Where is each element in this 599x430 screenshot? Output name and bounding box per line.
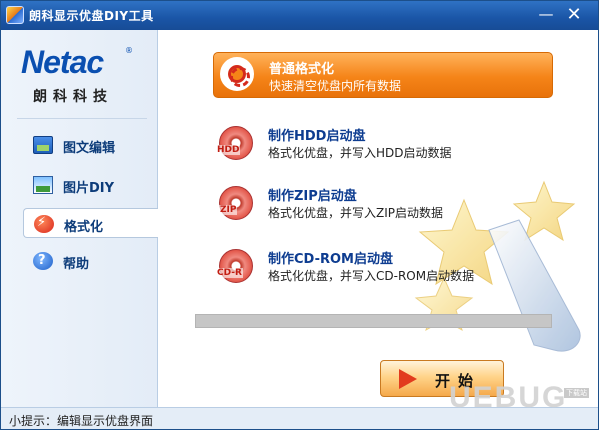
sidebar-item-label: 格式化: [64, 220, 104, 235]
title-bar[interactable]: 朗科显示优盘DIY工具 — ✕: [1, 1, 598, 30]
image-text-editor-icon: [33, 136, 53, 154]
option-description: 格式化优盘，并写入CD-ROM启动数据: [268, 269, 475, 283]
disc-icon-label: ZIP: [219, 205, 238, 215]
sidebar-divider: [17, 118, 147, 119]
app-window: 朗科显示优盘DIY工具 — ✕ Netac ® 朗科科技 图文编辑 图片DIY …: [0, 0, 599, 430]
zip-disc-icon: ZIP: [219, 186, 253, 220]
close-button[interactable]: ✕: [562, 4, 586, 26]
window-title: 朗科显示优盘DIY工具: [29, 9, 154, 23]
hdd-disc-icon: HDD: [216, 126, 253, 160]
uebug-watermark-sub: 下载站: [564, 388, 589, 398]
disc-icon-label: HDD: [216, 145, 241, 155]
disc-icon-label: CD-R: [216, 268, 243, 278]
option-title: 制作HDD启动盘: [268, 129, 366, 144]
format-icon: [34, 215, 54, 233]
uebug-watermark: UEBUG: [449, 381, 568, 414]
sidebar-item-help[interactable]: 帮助: [23, 246, 153, 276]
option-title: 制作CD-ROM启动盘: [268, 252, 393, 267]
netac-logo: Netac ® 朗科科技: [21, 44, 133, 105]
app-icon: [6, 6, 24, 24]
option-zip-boot[interactable]: ZIP 制作ZIP启动盘 格式化优盘，并写入ZIP启动数据: [213, 180, 553, 226]
option-cdrom-boot[interactable]: CD-R 制作CD-ROM启动盘 格式化优盘，并写入CD-ROM启动数据: [213, 243, 553, 289]
logo-text: Netac: [21, 44, 104, 80]
play-icon: [399, 369, 417, 389]
minimize-button[interactable]: —: [534, 4, 558, 26]
option-title: 制作ZIP启动盘: [268, 189, 357, 204]
help-icon: [33, 252, 53, 270]
company-name: 朗科科技: [33, 89, 113, 105]
option-title: 普通格式化: [269, 62, 335, 77]
option-description: 格式化优盘，并写入ZIP启动数据: [268, 206, 443, 220]
sidebar-item-image-text-editor[interactable]: 图文编辑: [23, 130, 153, 160]
sidebar-item-label: 帮助: [63, 257, 90, 272]
sidebar-item-picture-diy[interactable]: 图片DIY: [23, 170, 153, 200]
option-description: 格式化优盘，并写入HDD启动数据: [268, 146, 452, 160]
picture-diy-icon: [33, 176, 53, 194]
progress-bar: [195, 314, 552, 328]
sidebar: Netac ® 朗科科技 图文编辑 图片DIY 格式化 帮助: [1, 30, 158, 407]
sidebar-item-format[interactable]: 格式化: [23, 208, 158, 238]
option-quick-format[interactable]: 普通格式化 快速清空优盘内所有数据: [213, 52, 553, 98]
sidebar-item-label: 图片DIY: [63, 181, 115, 196]
cdrom-disc-icon: CD-R: [216, 249, 253, 283]
option-hdd-boot[interactable]: HDD 制作HDD启动盘 格式化优盘，并写入HDD启动数据: [213, 120, 553, 166]
option-description: 快速清空优盘内所有数据: [269, 79, 402, 93]
sidebar-item-label: 图文编辑: [63, 141, 116, 156]
format-panel: 普通格式化 快速清空优盘内所有数据 HDD 制作HDD启动盘 格式化优盘，并写入…: [158, 30, 598, 407]
registered-mark: ®: [125, 46, 133, 55]
lifebuoy-icon: [220, 57, 254, 91]
status-hint: 小提示：编辑显示优盘界面: [9, 414, 154, 428]
